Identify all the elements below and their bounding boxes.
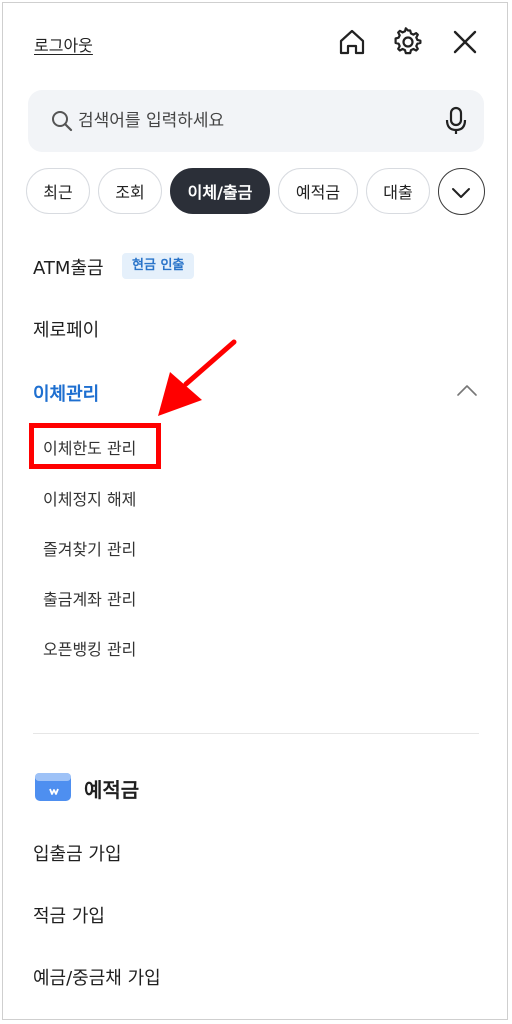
menu-item-transfer-management[interactable]: 이체관리 [33, 380, 99, 406]
chip-inquiry[interactable]: 조회 [98, 168, 162, 214]
chevron-up-icon[interactable] [456, 382, 478, 398]
search-input[interactable]: 검색어를 입력하세요 [78, 109, 224, 133]
chip-recent[interactable]: 최근 [26, 168, 90, 214]
submenu-open-banking[interactable]: 오픈뱅킹 관리 [43, 636, 136, 660]
category-chips: 최근 조회 이체/출금 예적금 대출 [0, 168, 512, 218]
cash-withdraw-badge: 현금 인출 [122, 253, 195, 279]
microphone-icon[interactable] [442, 106, 470, 136]
red-arrow-annotation [158, 339, 237, 416]
header: 로그아웃 [0, 0, 512, 90]
highlight-box [29, 423, 161, 469]
app-frame [2, 2, 508, 1020]
gear-icon[interactable] [393, 27, 423, 57]
section-title-deposit: 예적금 [84, 778, 140, 802]
chevron-down-icon[interactable] [438, 168, 485, 215]
submenu-favorites[interactable]: 즐겨찾기 관리 [43, 536, 136, 560]
menu-item-zeropay[interactable]: 제로페이 [33, 316, 99, 342]
submenu-withdrawal-account[interactable]: 출금계좌 관리 [43, 586, 136, 610]
chip-deposit[interactable]: 예적금 [278, 168, 358, 214]
menu-item-checking-signup[interactable]: 입출금 가입 [33, 840, 122, 866]
chip-loan[interactable]: 대출 [366, 168, 430, 214]
search-bar[interactable]: 검색어를 입력하세요 [28, 90, 484, 152]
submenu-transfer-suspend-release[interactable]: 이체정지 해제 [43, 486, 136, 510]
search-icon [52, 111, 73, 132]
home-icon[interactable] [337, 27, 367, 57]
chip-transfer[interactable]: 이체/출금 [170, 168, 270, 214]
wallet-icon [35, 773, 71, 801]
logout-link[interactable]: 로그아웃 [34, 32, 93, 56]
close-icon[interactable] [450, 27, 480, 57]
menu-item-atm[interactable]: ATM출금 [33, 254, 104, 280]
menu-item-savings-signup[interactable]: 적금 가입 [33, 902, 105, 928]
menu-item-deposit-signup[interactable]: 예금/중금채 가입 [33, 964, 161, 990]
divider [33, 733, 479, 734]
